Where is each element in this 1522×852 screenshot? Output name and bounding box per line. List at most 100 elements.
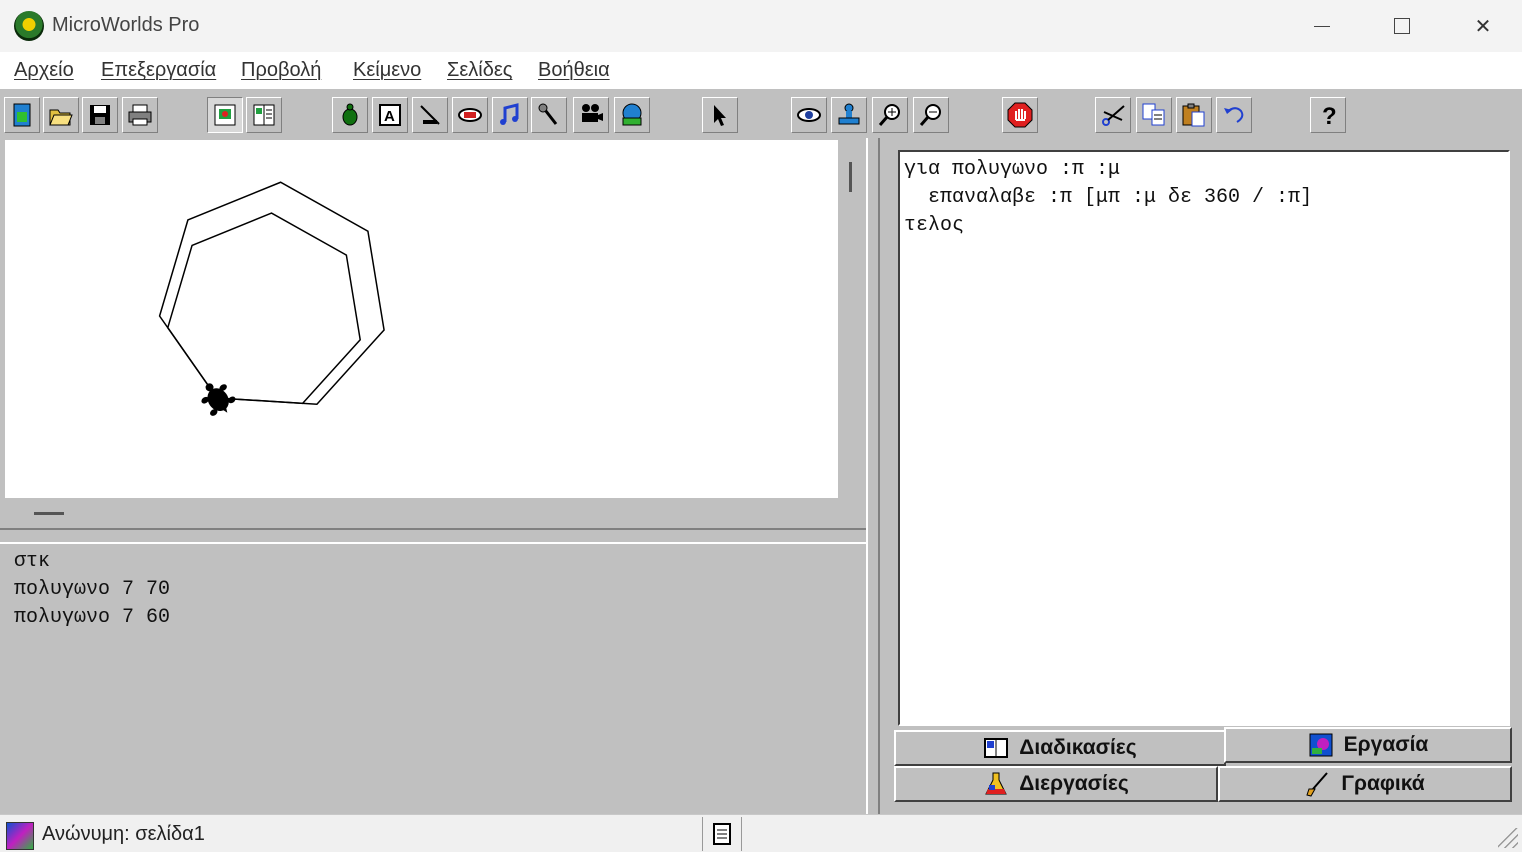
- print-button[interactable]: [122, 97, 158, 133]
- hatch-turtle-button[interactable]: [614, 97, 650, 133]
- menu-file[interactable]: Αρχείο: [14, 59, 74, 82]
- sound-button[interactable]: [531, 97, 567, 133]
- slider-button[interactable]: [412, 97, 448, 133]
- turtle-icon[interactable]: [195, 375, 240, 421]
- save-icon: [90, 105, 110, 125]
- drawing-canvas[interactable]: [5, 140, 838, 498]
- undo-button[interactable]: [1216, 97, 1252, 133]
- help-icon: ?: [1322, 103, 1337, 128]
- minimize-button[interactable]: [1282, 0, 1362, 52]
- stop-button[interactable]: [1002, 97, 1038, 133]
- save-button[interactable]: [82, 97, 118, 133]
- window-title: MicroWorlds Pro: [52, 14, 200, 36]
- page-icon: [6, 822, 34, 850]
- close-button[interactable]: ✕: [1443, 0, 1522, 52]
- copy-icon: [1142, 103, 1165, 126]
- tab-graphics-label: Γραφικά: [1341, 772, 1425, 795]
- open-button[interactable]: [43, 97, 79, 133]
- menu-text[interactable]: Κείμενο: [353, 59, 421, 82]
- tab-procedures-label: Διαδικασίες: [1019, 736, 1137, 759]
- text-box-button[interactable]: A: [372, 97, 408, 133]
- sound-icon: [538, 103, 558, 125]
- polygon-path: [166, 212, 362, 405]
- tab-graphics[interactable]: Γραφικά: [1218, 766, 1512, 802]
- command-line: πολυγωνο 7 70: [14, 578, 171, 601]
- procedure-line: για πολυγωνο :π :μ: [904, 158, 1121, 181]
- new-button[interactable]: [4, 97, 40, 133]
- svg-text:A: A: [384, 108, 395, 125]
- zoom-in-button[interactable]: [872, 97, 908, 133]
- menu-pages[interactable]: Σελίδες: [447, 59, 512, 82]
- eye-button[interactable]: [791, 97, 827, 133]
- tab-processes-label: Διεργασίες: [1019, 772, 1129, 795]
- open-icon: [49, 109, 73, 126]
- graphics-view-button[interactable]: [207, 97, 243, 133]
- close-icon: ✕: [1474, 15, 1492, 38]
- tab-procedures[interactable]: Διαδικασίες: [894, 730, 1226, 766]
- tab-processes[interactable]: Διεργασίες: [894, 766, 1218, 802]
- help-button[interactable]: ?: [1310, 97, 1346, 133]
- music-icon: [500, 103, 519, 125]
- video-button[interactable]: [573, 97, 609, 133]
- paste-button[interactable]: [1176, 97, 1212, 133]
- zoom-out-icon: [919, 104, 941, 126]
- paste-icon: [1182, 103, 1205, 127]
- vertical-scroll-thumb[interactable]: [849, 162, 852, 192]
- project-icon: [1308, 732, 1334, 758]
- menu-view[interactable]: Προβολή: [241, 59, 321, 82]
- maximize-button[interactable]: [1362, 0, 1442, 52]
- resize-grip-icon[interactable]: [1498, 828, 1518, 848]
- command-line: στκ: [14, 550, 51, 573]
- horizontal-splitter[interactable]: [0, 528, 880, 544]
- hatch-turtle-icon: [622, 103, 642, 126]
- video-icon: [582, 104, 603, 122]
- minimize-icon: [1314, 25, 1330, 27]
- music-button[interactable]: [492, 97, 528, 133]
- copy-button[interactable]: [1136, 97, 1172, 133]
- eye-icon: [797, 108, 821, 122]
- menu-help[interactable]: Βοήθεια: [538, 59, 610, 82]
- scroll-page-icon[interactable]: [702, 817, 742, 851]
- microworlds-app-icon: [14, 11, 44, 41]
- processes-flask-icon: [983, 771, 1009, 797]
- tab-project-label: Εργασία: [1343, 733, 1429, 756]
- slider-icon: [420, 105, 440, 125]
- procedure-line: τελος: [904, 214, 965, 237]
- stamp-button[interactable]: [831, 97, 867, 133]
- turtle-button[interactable]: [332, 97, 368, 133]
- title-bar: MicroWorlds Pro ✕: [0, 0, 1522, 52]
- graphics-brush-icon: [1305, 771, 1331, 797]
- procedures-editor[interactable]: για πολυγωνο :π :μ επαναλαβε :π [μπ :μ δ…: [898, 150, 1510, 726]
- command-center[interactable]: στκ πολυγωνο 7 70 πολυγωνο 7 60: [0, 544, 866, 814]
- cut-button[interactable]: [1095, 97, 1131, 133]
- split-view-button[interactable]: [246, 97, 282, 133]
- procedures-book-icon: [983, 735, 1009, 761]
- button-tool-button[interactable]: [452, 97, 488, 133]
- zoom-in-icon: [878, 104, 900, 126]
- pointer-icon: [714, 105, 726, 126]
- procedures-pane: για πολυγωνο :π :μ επαναλαβε :π [μπ :μ δ…: [880, 138, 1522, 814]
- text-box-icon: A: [379, 104, 401, 126]
- print-icon: [128, 104, 152, 126]
- graphics-area: [0, 138, 880, 530]
- turtle-drawing: [158, 181, 385, 421]
- maximize-icon: [1394, 18, 1410, 34]
- tab-project[interactable]: Εργασία: [1224, 727, 1512, 763]
- cut-icon: [1102, 105, 1125, 126]
- vertical-splitter[interactable]: [866, 138, 880, 814]
- toolbar: A ?: [0, 88, 1522, 138]
- menu-edit[interactable]: Επεξεργασία: [101, 59, 216, 82]
- button-icon: [458, 108, 482, 122]
- zoom-out-button[interactable]: [913, 97, 949, 133]
- undo-icon: [1224, 107, 1244, 123]
- horizontal-scroll-thumb[interactable]: [34, 512, 64, 515]
- stamp-icon: [838, 103, 860, 125]
- status-bar: Ανώνυμη: σελίδα1: [0, 814, 1522, 852]
- new-icon: [13, 103, 31, 127]
- command-line: πολυγωνο 7 60: [14, 606, 171, 629]
- status-text: Ανώνυμη: σελίδα1: [42, 823, 205, 845]
- graphics-view-icon: [214, 104, 236, 126]
- menu-bar: Αρχείο Επεξεργασία Προβολή Κείμενο Σελίδ…: [0, 52, 1522, 88]
- pointer-button[interactable]: [702, 97, 738, 133]
- turtle-icon: [342, 103, 358, 126]
